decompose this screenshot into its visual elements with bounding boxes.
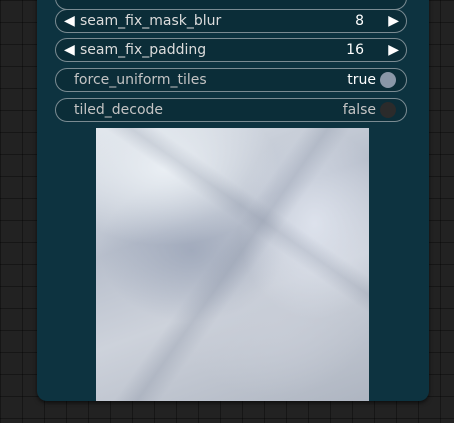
- image-preview: [96, 128, 369, 401]
- increment-arrow-icon[interactable]: ▶: [388, 13, 399, 29]
- widget-value[interactable]: 8: [355, 13, 364, 29]
- tiled-decode-toggle[interactable]: tiled_decode false: [55, 98, 407, 122]
- toggle-on-indicator-icon[interactable]: [380, 72, 396, 88]
- widget-value[interactable]: 16: [346, 42, 364, 58]
- toggle-value: false: [342, 102, 376, 118]
- toggle-off-indicator-icon[interactable]: [380, 102, 396, 118]
- decrement-arrow-icon[interactable]: ◀: [64, 13, 75, 29]
- seam-fix-mask-blur-widget[interactable]: ◀ seam_fix_mask_blur 8 ▶: [55, 9, 407, 33]
- widget-label: seam_fix_padding: [80, 42, 207, 58]
- toggle-value: true: [347, 72, 376, 88]
- toggle-label: tiled_decode: [74, 102, 164, 118]
- toggle-label: force_uniform_tiles: [74, 72, 207, 88]
- seam-fix-padding-widget[interactable]: ◀ seam_fix_padding 16 ▶: [55, 38, 407, 62]
- increment-arrow-icon[interactable]: ▶: [388, 42, 399, 58]
- widget-label: seam_fix_mask_blur: [80, 13, 222, 29]
- decrement-arrow-icon[interactable]: ◀: [64, 42, 75, 58]
- force-uniform-tiles-toggle[interactable]: force_uniform_tiles true: [55, 68, 407, 92]
